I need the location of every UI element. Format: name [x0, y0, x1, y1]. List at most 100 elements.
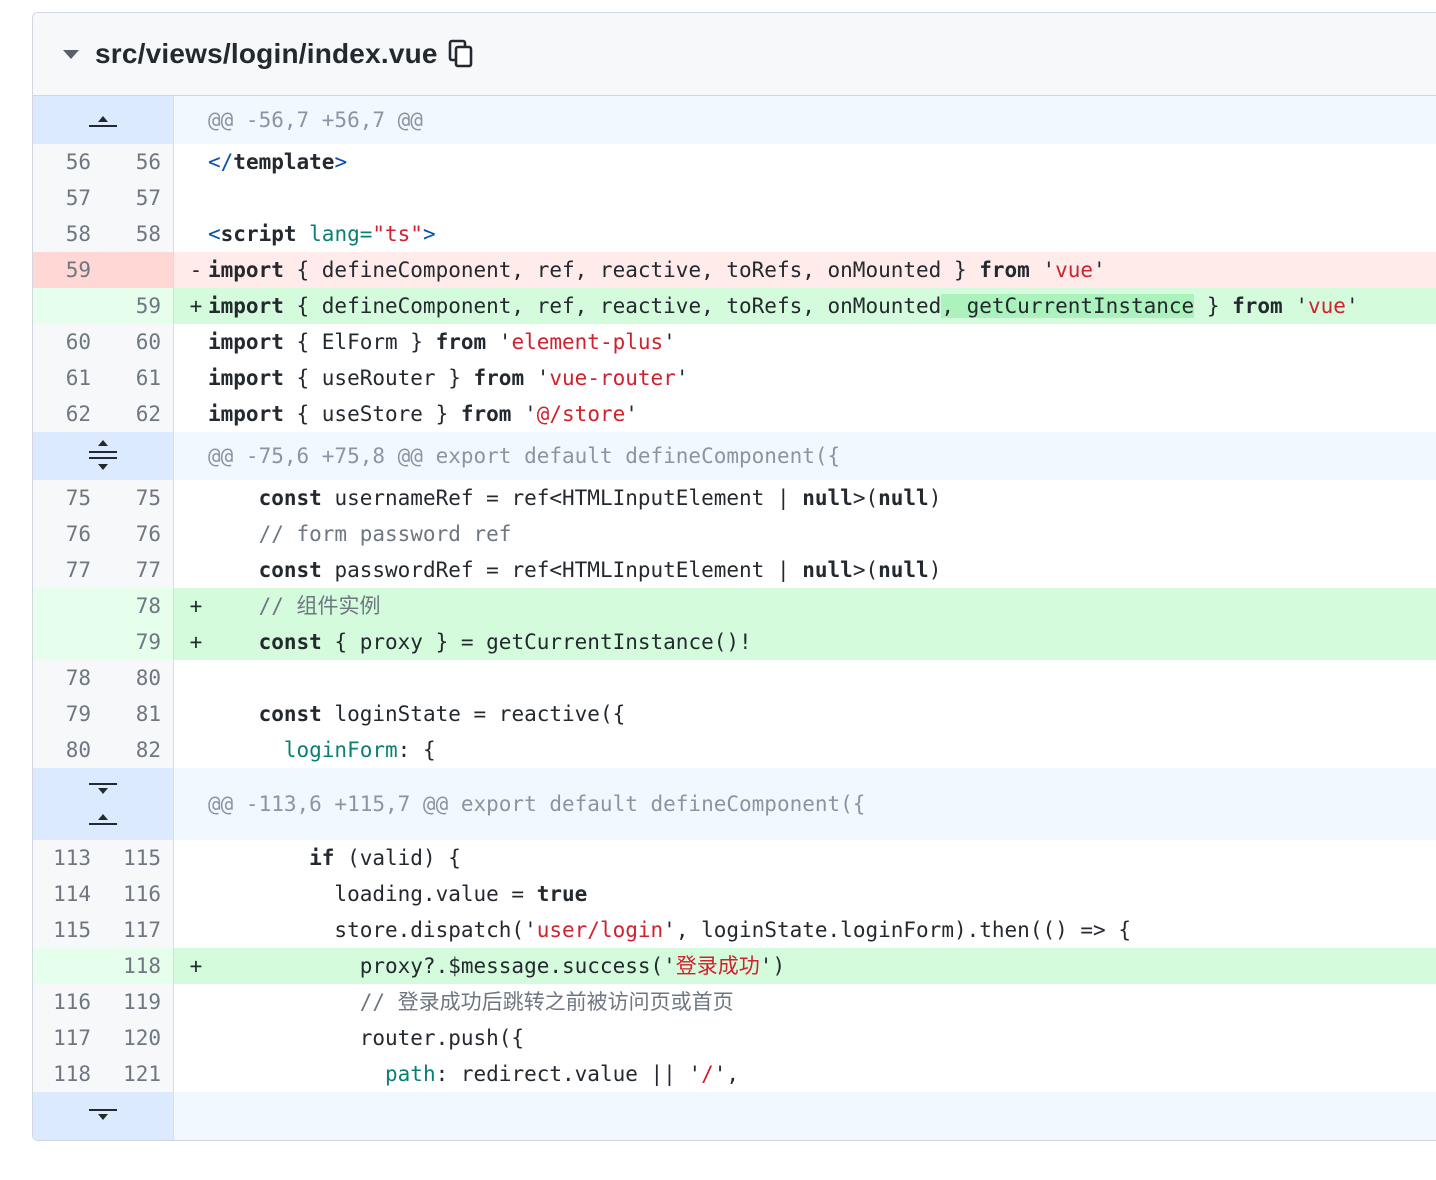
collapse-caret-icon[interactable] [63, 49, 79, 59]
file-header: src/views/login/index.vue [33, 13, 1436, 96]
diff-file: src/views/login/index.vue @@ -56,7 +56,7… [32, 12, 1436, 1141]
code-line: // form password ref [173, 516, 1436, 552]
expand-down-icon[interactable] [88, 782, 118, 798]
new-line-number[interactable]: 116 [103, 876, 173, 912]
old-line-number[interactable] [33, 624, 103, 660]
diff-line: 116 119 // 登录成功后跳转之前被访问页或首页 [33, 984, 1436, 1020]
old-line-number[interactable]: 56 [33, 144, 103, 180]
diff-line-added: 78 + // 组件实例 [33, 588, 1436, 624]
old-line-number[interactable]: 116 [33, 984, 103, 1020]
new-line-number[interactable]: 78 [103, 588, 173, 624]
new-line-number[interactable]: 62 [103, 396, 173, 432]
expand-down-icon[interactable] [88, 1108, 118, 1124]
expand-all-button[interactable] [33, 432, 173, 480]
old-line-number[interactable] [33, 948, 103, 984]
new-line-number[interactable]: 56 [103, 144, 173, 180]
code-line: store.dispatch('user/login', loginState.… [173, 912, 1436, 948]
diff-body: @@ -56,7 +56,7 @@ 56 56 </template> 57 5… [33, 96, 1436, 1140]
hunk-header: @@ -113,6 +115,7 @@ export default defin… [33, 768, 1436, 840]
diff-line: 118 121 path: redirect.value || '/', [33, 1056, 1436, 1092]
code-line: import { useRouter } from 'vue-router' [173, 360, 1436, 396]
new-line-number[interactable]: 115 [103, 840, 173, 876]
old-line-number[interactable] [33, 288, 103, 324]
code-line: + // 组件实例 [173, 588, 1436, 624]
expand-buttons[interactable] [33, 768, 173, 840]
new-line-number[interactable]: 80 [103, 660, 173, 696]
code-line: loginForm: { [173, 732, 1436, 768]
diff-line: 62 62 import { useStore } from '@/store' [33, 396, 1436, 432]
code-line: </template> [173, 144, 1436, 180]
file-path: src/views/login/index.vue [95, 38, 438, 69]
code-line: loading.value = true [173, 876, 1436, 912]
code-line: + proxy?.$message.success('登录成功') [173, 948, 1436, 984]
code-line: <script lang="ts"> [173, 216, 1436, 252]
expand-both-icon[interactable] [88, 438, 118, 474]
diff-line: 61 61 import { useRouter } from 'vue-rou… [33, 360, 1436, 396]
new-line-number[interactable]: 121 [103, 1056, 173, 1092]
old-line-number[interactable]: 78 [33, 660, 103, 696]
old-line-number[interactable]: 113 [33, 840, 103, 876]
hunk-header: @@ -56,7 +56,7 @@ [33, 96, 1436, 144]
old-line-number[interactable]: 76 [33, 516, 103, 552]
old-line-number[interactable]: 80 [33, 732, 103, 768]
new-line-number[interactable]: 57 [103, 180, 173, 216]
old-line-number[interactable]: 117 [33, 1020, 103, 1056]
old-line-number[interactable]: 114 [33, 876, 103, 912]
diff-line: 117 120 router.push({ [33, 1020, 1436, 1056]
diff-line: 79 81 const loginState = reactive({ [33, 696, 1436, 732]
new-line-number[interactable]: 120 [103, 1020, 173, 1056]
new-line-number[interactable]: 75 [103, 480, 173, 516]
diff-line: 80 82 loginForm: { [33, 732, 1436, 768]
diff-line: 76 76 // form password ref [33, 516, 1436, 552]
diff-line: 56 56 </template> [33, 144, 1436, 180]
code-line: + const { proxy } = getCurrentInstance()… [173, 624, 1436, 660]
new-line-number[interactable]: 76 [103, 516, 173, 552]
old-line-number[interactable]: 62 [33, 396, 103, 432]
new-line-number[interactable]: 58 [103, 216, 173, 252]
new-line-number[interactable]: 79 [103, 624, 173, 660]
old-line-number[interactable]: 59 [33, 252, 103, 288]
new-line-number[interactable]: 117 [103, 912, 173, 948]
code-line: + import { defineComponent, ref, reactive… [173, 288, 1436, 324]
copy-icon[interactable] [448, 39, 474, 69]
new-line-number[interactable]: 77 [103, 552, 173, 588]
old-line-number[interactable]: 118 [33, 1056, 103, 1092]
old-line-number[interactable]: 60 [33, 324, 103, 360]
new-line-number[interactable]: 61 [103, 360, 173, 396]
code-line: path: redirect.value || '/', [173, 1056, 1436, 1092]
diff-line: 115 117 store.dispatch('user/login', log… [33, 912, 1436, 948]
new-line-number[interactable]: 60 [103, 324, 173, 360]
diff-line: 58 58 <script lang="ts"> [33, 216, 1436, 252]
code-line: import { ElForm } from 'element-plus' [173, 324, 1436, 360]
old-line-number[interactable] [33, 588, 103, 624]
old-line-number[interactable]: 58 [33, 216, 103, 252]
code-line: if (valid) { [173, 840, 1436, 876]
diff-line: 60 60 import { ElForm } from 'element-pl… [33, 324, 1436, 360]
diff-line-added: 118 + proxy?.$message.success('登录成功') [33, 948, 1436, 984]
expand-up-icon[interactable] [88, 810, 118, 826]
code-line: const loginState = reactive({ [173, 696, 1436, 732]
hunk-text: @@ -56,7 +56,7 @@ [173, 96, 1436, 144]
diff-line: 77 77 const passwordRef = ref<HTMLInputE… [33, 552, 1436, 588]
code-line: import { useStore } from '@/store' [173, 396, 1436, 432]
new-line-number[interactable]: 81 [103, 696, 173, 732]
new-line-number[interactable]: 119 [103, 984, 173, 1020]
expand-up-icon[interactable] [88, 112, 118, 128]
new-line-number[interactable]: 82 [103, 732, 173, 768]
new-line-number[interactable] [103, 252, 173, 288]
hunk-footer [33, 1092, 1436, 1140]
new-line-number[interactable]: 59 [103, 288, 173, 324]
expand-up-button[interactable] [33, 96, 173, 144]
old-line-number[interactable]: 115 [33, 912, 103, 948]
diff-line-added: 59 + import { defineComponent, ref, react… [33, 288, 1436, 324]
old-line-number[interactable]: 79 [33, 696, 103, 732]
code-line: router.push({ [173, 1020, 1436, 1056]
old-line-number[interactable]: 57 [33, 180, 103, 216]
old-line-number[interactable]: 77 [33, 552, 103, 588]
new-line-number[interactable]: 118 [103, 948, 173, 984]
old-line-number[interactable]: 61 [33, 360, 103, 396]
expand-down-button[interactable] [33, 1092, 173, 1140]
old-line-number[interactable]: 75 [33, 480, 103, 516]
diff-line: 78 80 [33, 660, 1436, 696]
hunk-text: @@ -75,6 +75,8 @@ export default defineC… [173, 432, 1436, 480]
